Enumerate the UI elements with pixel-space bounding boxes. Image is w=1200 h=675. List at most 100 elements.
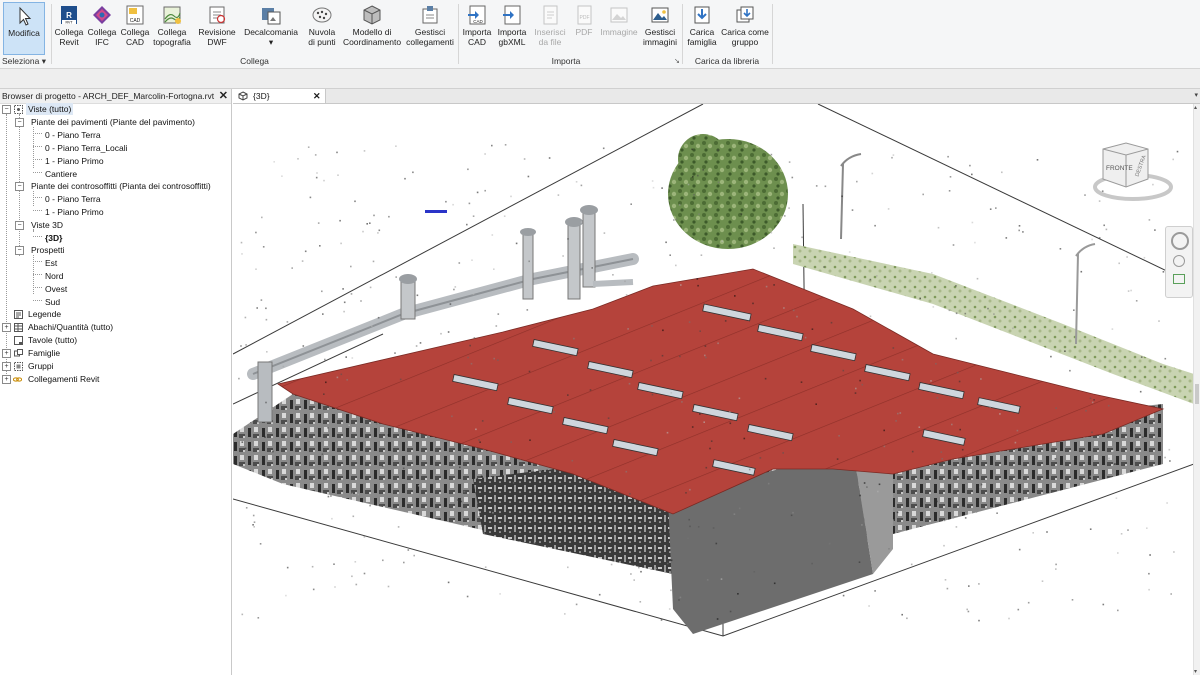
tree-item-ceiling-plans[interactable]: Piante dei controsoffitti (Pianta dei co… [31, 180, 211, 192]
point [955, 285, 957, 287]
scrollbar-down-arrow[interactable]: ▾ [1194, 668, 1197, 675]
point [369, 222, 371, 224]
tree-item-floor-plan[interactable]: 0 - Piano Terra_Locali [45, 142, 128, 154]
tree-item-ceiling-plan[interactable]: 1 - Piano Primo [45, 206, 104, 218]
zoom-icon[interactable] [1173, 255, 1185, 267]
point [573, 337, 575, 340]
point [395, 276, 397, 278]
import-cad-button[interactable]: CAD Importa CAD [460, 2, 494, 47]
tree-item-elevation[interactable]: Est [45, 257, 57, 269]
tree-item-3d-view[interactable]: {3D} [45, 232, 62, 244]
expand-toggle[interactable]: + [2, 362, 11, 371]
tree-item-floor-plan[interactable]: 0 - Piano Terra [45, 129, 101, 141]
tree-item-elevations[interactable]: Prospetti [31, 244, 65, 256]
vertical-scrollbar[interactable]: ▴ ▾ [1193, 104, 1200, 675]
point [339, 219, 341, 222]
tree-item-schedules[interactable]: Abachi/Quantità (tutto) [28, 321, 113, 333]
scrollbar-thumb[interactable] [1195, 384, 1199, 404]
tree-item-revit-links[interactable]: Collegamenti Revit [28, 373, 99, 385]
point [330, 495, 332, 497]
tree-item-sheets[interactable]: Tavole (tutto) [28, 334, 77, 346]
tree-item-elevation[interactable]: Sud [45, 296, 60, 308]
import-gbxml-button[interactable]: Importa gbXML [495, 2, 529, 47]
tree-item-views-all[interactable]: Viste (tutto) [26, 103, 74, 115]
select-dropdown[interactable]: Seleziona ▾ [2, 56, 48, 67]
point [388, 215, 390, 218]
coordination-model-icon [363, 5, 381, 25]
pdf-label: PDF [575, 27, 593, 37]
3d-view-icon [238, 91, 248, 101]
point [1005, 237, 1008, 239]
point [688, 321, 691, 323]
expand-toggle[interactable]: + [2, 349, 11, 358]
point [859, 494, 861, 497]
point [363, 150, 366, 152]
tree-item-families[interactable]: Famiglie [28, 347, 60, 359]
tree-item-ceiling-plan[interactable]: 0 - Piano Terra [45, 193, 101, 205]
point [1142, 436, 1144, 438]
collapse-toggle[interactable]: − [15, 182, 24, 191]
tree-item-elevation[interactable]: Nord [45, 270, 63, 282]
point [877, 490, 879, 493]
image-button[interactable]: Immagine [599, 2, 639, 37]
point [354, 200, 356, 203]
collapse-toggle[interactable]: − [2, 105, 11, 114]
expand-toggle[interactable]: + [2, 375, 11, 384]
tree-item-legends[interactable]: Legende [28, 308, 61, 320]
tree-line [33, 197, 42, 198]
load-as-group-button[interactable]: Carica come gruppo [721, 2, 769, 47]
tab-dropdown-icon[interactable]: ▾ [1194, 91, 1198, 99]
tree-item-groups[interactable]: Gruppi [28, 360, 54, 372]
close-icon[interactable]: ✕ [313, 89, 321, 103]
close-icon[interactable]: ✕ [219, 89, 228, 103]
tree-item-3d-views[interactable]: Viste 3D [31, 219, 63, 231]
tree-item-elevation[interactable]: Ovest [45, 283, 67, 295]
point [955, 526, 958, 528]
view-tab-bar: {3D} ✕ ▾ [233, 89, 1200, 104]
point [528, 370, 531, 373]
collapse-toggle[interactable]: − [15, 246, 24, 255]
link-revit-button[interactable]: R RVT Collega Revit [53, 2, 85, 47]
link-topography-button[interactable]: Collega topografia [152, 2, 192, 47]
tree-item-floor-plan[interactable]: 1 - Piano Primo [45, 155, 104, 167]
tree-item-floor-plans[interactable]: Piante dei pavimenti (Piante del pavimen… [31, 116, 195, 128]
tree-item-floor-plan[interactable]: Cantiere [45, 168, 77, 180]
point [311, 565, 314, 568]
modify-button[interactable]: Modifica [3, 2, 45, 55]
scrollbar-up-arrow[interactable]: ▴ [1194, 104, 1197, 111]
point [610, 563, 613, 566]
viewcube-front-label[interactable]: FRONTE [1106, 165, 1133, 172]
viewcube[interactable]: FRONTE DESTRA [1088, 137, 1178, 207]
point [931, 272, 933, 274]
decal-button[interactable]: Decalcomania ▾ [242, 2, 300, 47]
point [316, 172, 318, 174]
point [899, 412, 902, 414]
manage-links-button[interactable]: Gestisci collegamenti [404, 2, 456, 47]
insert-from-file-button[interactable]: Inserisci da file [532, 2, 568, 47]
point [955, 312, 958, 315]
dwf-markup-button[interactable]: Revisione DWF [195, 2, 239, 47]
tab-3d-view[interactable]: {3D} ✕ [233, 89, 326, 103]
point [383, 483, 385, 485]
decal-dropdown-arrow[interactable]: ▾ [269, 37, 273, 47]
point [354, 331, 356, 333]
steering-wheel-icon[interactable] [1171, 232, 1189, 250]
3d-viewport[interactable]: FRONTE DESTRA [233, 104, 1194, 675]
orbit-icon[interactable] [1173, 274, 1185, 284]
collapse-toggle[interactable]: − [15, 221, 24, 230]
manage-images-button[interactable]: Gestisci immagini [641, 2, 679, 47]
point [651, 393, 654, 396]
coordination-model-button[interactable]: Modello di Coordinamento [342, 2, 402, 47]
import-gbxml-icon [503, 5, 521, 25]
load-family-button[interactable]: Carica famiglia [684, 2, 720, 47]
link-cad-button[interactable]: CAD Collega CAD [119, 2, 151, 47]
link-ifc-button[interactable]: Collega IFC [86, 2, 118, 47]
expand-toggle[interactable]: + [2, 323, 11, 332]
point-cloud-button[interactable]: Nuvola di punti [303, 2, 341, 47]
importa-dialog-launcher[interactable]: ↘ [674, 57, 680, 65]
point [901, 358, 904, 361]
pdf-button[interactable]: PDF PDF [570, 2, 598, 37]
point [1054, 458, 1057, 460]
point [1126, 256, 1128, 258]
collapse-toggle[interactable]: − [15, 118, 24, 127]
